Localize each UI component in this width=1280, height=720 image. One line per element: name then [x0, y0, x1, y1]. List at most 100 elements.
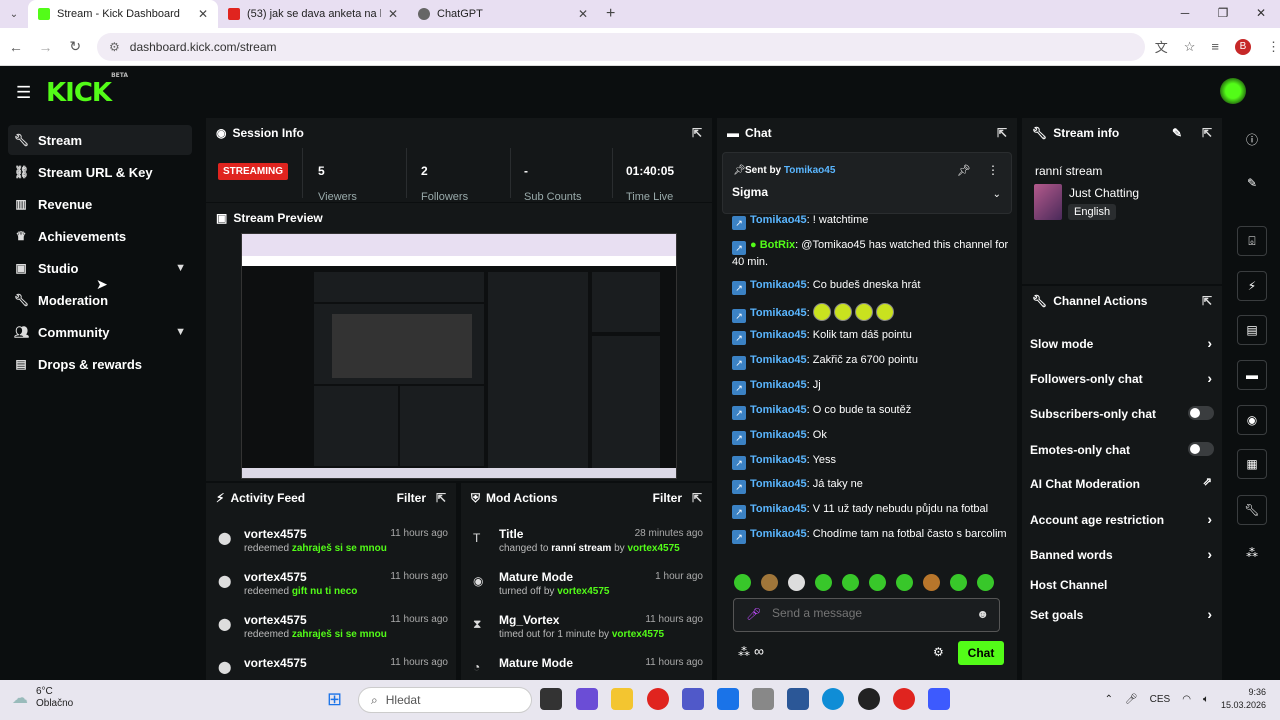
- broadcast-icon[interactable]: ◉: [1237, 405, 1267, 435]
- sidebar-item-achievements[interactable]: ♛ Achievements: [8, 221, 192, 251]
- info-icon[interactable]: ⓘ: [1237, 131, 1267, 148]
- chat-bubble-icon[interactable]: ▬: [1237, 360, 1267, 390]
- emote-icon[interactable]: [923, 574, 940, 591]
- user-avatar[interactable]: [1220, 78, 1246, 104]
- emote-icon[interactable]: [815, 574, 832, 591]
- profile-avatar[interactable]: B: [1235, 38, 1251, 55]
- community-icon[interactable]: ⁂: [1237, 546, 1267, 560]
- browser-menu-icon[interactable]: ⋮: [1267, 39, 1280, 55]
- expand-icon[interactable]: ⇱: [436, 491, 446, 505]
- minimize-icon[interactable]: ─: [1166, 0, 1204, 26]
- chat-user[interactable]: Tomikao45: [750, 214, 807, 226]
- chat-user[interactable]: Tomikao45: [750, 503, 807, 515]
- tab-youtube[interactable]: (53) jak se dava anketa na kick... ✕: [218, 0, 408, 28]
- banned-words-row[interactable]: Banned words ›: [1030, 546, 1216, 562]
- close-window-icon[interactable]: ✕: [1242, 0, 1280, 26]
- slow-mode-row[interactable]: Slow mode ›: [1030, 335, 1216, 351]
- host-channel-row[interactable]: Host Channel: [1030, 578, 1216, 592]
- weather-widget[interactable]: ☁ 6°C Oblačno: [12, 686, 73, 710]
- unpin-icon[interactable]: 📌︎: [957, 164, 971, 177]
- teams-icon[interactable]: [682, 688, 704, 710]
- subscribers-only-toggle[interactable]: [1188, 406, 1214, 420]
- sidebar-item-community[interactable]: 👥︎ Community ▼: [8, 317, 192, 347]
- forward-icon[interactable]: →: [32, 39, 60, 55]
- chat-user[interactable]: Tomikao45: [750, 404, 807, 416]
- sidebar-item-revenue[interactable]: ▥ Revenue: [8, 189, 192, 219]
- taskbar-search[interactable]: ⌕ Hledat: [358, 687, 532, 713]
- task-view-icon[interactable]: [540, 688, 562, 710]
- community-icon[interactable]: ⁂: [738, 645, 750, 659]
- back-icon[interactable]: ←: [2, 39, 30, 55]
- wifi-icon[interactable]: ◠: [1182, 694, 1191, 705]
- expand-icon[interactable]: ⇱: [1202, 126, 1212, 140]
- sidebar-item-stream-url-key[interactable]: ⛓ Stream URL & Key: [8, 157, 192, 187]
- chat-user[interactable]: Tomikao45: [750, 354, 807, 366]
- opera-icon[interactable]: [647, 688, 669, 710]
- emote-icon[interactable]: [734, 574, 751, 591]
- scan-icon[interactable]: ⌻: [1237, 226, 1267, 256]
- tab-chatgpt[interactable]: ChatGPT ✕: [408, 0, 598, 28]
- chrome-icon[interactable]: [893, 688, 915, 710]
- bookmark-star-icon[interactable]: ☆: [1184, 39, 1196, 55]
- reload-icon[interactable]: ↻: [61, 38, 89, 55]
- tab-kick-dashboard[interactable]: Stream - Kick Dashboard ✕: [28, 0, 218, 28]
- edit-pencil-icon[interactable]: ✎: [1237, 176, 1267, 190]
- expand-icon[interactable]: ⇱: [692, 491, 702, 505]
- app-icon[interactable]: [576, 688, 598, 710]
- chat-user[interactable]: Tomikao45: [750, 454, 807, 466]
- expand-icon[interactable]: ⇱: [1202, 294, 1212, 308]
- chat-user[interactable]: Tomikao45: [750, 279, 807, 291]
- clock[interactable]: 9:36 15.03.2026: [1221, 686, 1266, 712]
- windows-start-icon[interactable]: ⊞: [327, 689, 342, 710]
- document-icon[interactable]: ▤: [1237, 315, 1267, 345]
- edit-pencil-icon[interactable]: ✎: [1172, 126, 1182, 140]
- settings-gear-icon[interactable]: ⚙: [933, 645, 944, 659]
- maximize-icon[interactable]: ❐: [1204, 0, 1242, 26]
- chat-message-input[interactable]: [772, 606, 972, 620]
- account-age-row[interactable]: Account age restriction ›: [1030, 511, 1216, 527]
- emote-icon[interactable]: [977, 574, 994, 591]
- microphone-icon[interactable]: 🎤︎: [746, 607, 761, 621]
- hamburger-menu-icon[interactable]: ☰: [16, 83, 31, 103]
- translate-icon[interactable]: 文: [1155, 37, 1168, 56]
- language-indicator[interactable]: CES: [1150, 694, 1171, 705]
- microphone-icon[interactable]: 🎤︎: [1125, 694, 1138, 705]
- close-tab-icon[interactable]: ✕: [198, 7, 208, 21]
- store-icon[interactable]: [717, 688, 739, 710]
- app-icon[interactable]: [928, 688, 950, 710]
- chat-user[interactable]: Tomikao45: [750, 429, 807, 441]
- edge-icon[interactable]: [822, 688, 844, 710]
- emote-icon[interactable]: [869, 574, 886, 591]
- chevron-down-icon[interactable]: ⌄: [993, 189, 1001, 200]
- emote-icon[interactable]: [896, 574, 913, 591]
- chevron-down-icon[interactable]: ▼: [175, 326, 186, 338]
- followers-only-row[interactable]: Followers-only chat ›: [1030, 370, 1216, 386]
- file-explorer-icon[interactable]: [611, 688, 633, 710]
- word-icon[interactable]: [787, 688, 809, 710]
- ai-chat-moderation-row[interactable]: AI Chat Moderation ⇗: [1030, 476, 1216, 491]
- media-icon[interactable]: ≡: [1211, 39, 1219, 54]
- chat-user[interactable]: Tomikao45: [750, 379, 807, 391]
- address-bar[interactable]: ⚙ dashboard.kick.com/stream: [97, 32, 1145, 61]
- expand-icon[interactable]: ⇱: [997, 126, 1007, 140]
- chat-user[interactable]: BotRix: [760, 239, 795, 251]
- set-goals-row[interactable]: Set goals ›: [1030, 606, 1216, 622]
- sidebar-item-stream[interactable]: 🔧︎ Stream: [8, 125, 192, 155]
- filter-button[interactable]: Filter: [653, 491, 682, 505]
- sidebar-item-drops-rewards[interactable]: ▤ Drops & rewards: [8, 349, 192, 379]
- site-info-icon[interactable]: ⚙: [109, 40, 120, 54]
- chat-user[interactable]: Tomikao45: [750, 307, 807, 319]
- chat-user[interactable]: Tomikao45: [750, 528, 807, 540]
- chat-user[interactable]: Tomikao45: [750, 478, 807, 490]
- chevron-up-icon[interactable]: ⌃: [1105, 694, 1113, 705]
- infinity-icon[interactable]: ∞: [754, 643, 764, 659]
- emoji-icon[interactable]: ☻: [976, 607, 989, 621]
- emote-icon[interactable]: [950, 574, 967, 591]
- more-icon[interactable]: ⋮: [987, 163, 999, 177]
- emotes-only-toggle[interactable]: [1188, 442, 1214, 456]
- steam-icon[interactable]: [858, 688, 880, 710]
- expand-icon[interactable]: ⇱: [692, 126, 702, 140]
- kick-logo[interactable]: KICKBETA: [46, 72, 128, 108]
- pinned-message[interactable]: 📌︎ Sent by Tomikao45 Sigma 📌︎ ⋮ ⌄: [722, 152, 1012, 214]
- stream-preview-video[interactable]: [241, 233, 677, 479]
